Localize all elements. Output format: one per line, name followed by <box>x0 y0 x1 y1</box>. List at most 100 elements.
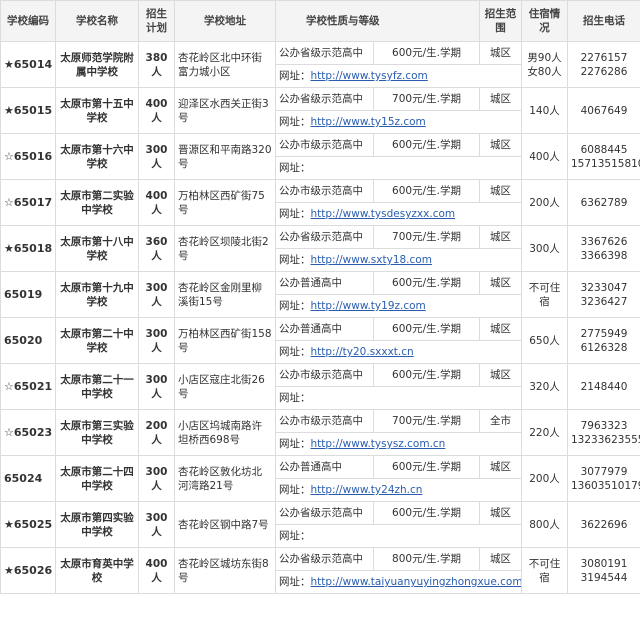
school-nature: 公办普通高中 <box>275 455 374 479</box>
header-plan: 招生计划 <box>138 0 175 42</box>
enroll-scope: 城区 <box>479 133 522 157</box>
url-cell: 网址： <box>275 386 522 410</box>
fee-standard: 600元/生.学期 <box>373 501 480 525</box>
school-code: ★65026 <box>0 547 56 594</box>
school-website-link[interactable]: http://www.sxty18.com <box>311 254 432 266</box>
fee-standard: 700元/生.学期 <box>373 225 480 249</box>
enroll-phone: 3080191 3194544 <box>567 547 640 594</box>
school-nature: 公办市级示范高中 <box>275 179 374 203</box>
school-address: 杏花岭区城坊东街8号 <box>174 547 276 594</box>
school-code: ☆65021 <box>0 363 56 410</box>
school-nature: 公办市级示范高中 <box>275 133 374 157</box>
enroll-phone: 3077979 13603510179 <box>567 455 640 502</box>
enroll-plan: 360人 <box>138 225 175 272</box>
school-code: 65020 <box>0 317 56 364</box>
table-row: ★65025 太原市第四实验中学校 300人 杏花岭区钢中路7号 公办省级示范高中 600… <box>0 501 640 548</box>
enroll-scope: 城区 <box>479 271 522 295</box>
school-nature: 公办普通高中 <box>275 271 374 295</box>
table-row: ☆65016 太原市第十六中学校 300人 晋源区和平南路320号 公办市级示范高中 60… <box>0 133 640 180</box>
url-label: 网址： <box>279 254 311 266</box>
school-code: ☆65017 <box>0 179 56 226</box>
school-code: ☆65023 <box>0 409 56 456</box>
header-code: 学校编码 <box>0 0 56 42</box>
school-address: 杏花岭区北中环街富力城小区 <box>174 41 276 88</box>
school-website-link[interactable]: http://www.taiyuanyuyingzhongxue.com <box>311 576 521 588</box>
school-nature: 公办省级示范高中 <box>275 87 374 111</box>
school-website-link[interactable]: http://www.ty24zh.cn <box>311 484 423 496</box>
school-website-link[interactable]: http://www.tysysz.com.cn <box>311 438 446 450</box>
fee-standard: 700元/生.学期 <box>373 87 480 111</box>
dorm-info: 300人 <box>521 225 568 272</box>
enroll-plan: 300人 <box>138 133 175 180</box>
table-row: ★65026 太原市育英中学校 400人 杏花岭区城坊东街8号 公办省级示范高中 800元… <box>0 547 640 594</box>
fee-standard: 600元/生.学期 <box>373 179 480 203</box>
school-code: ★65018 <box>0 225 56 272</box>
url-cell: 网址：http://www.ty15z.com <box>275 110 522 134</box>
header-name: 学校名称 <box>55 0 139 42</box>
url-label: 网址： <box>279 576 311 588</box>
school-name: 太原师范学院附属中学校 <box>55 41 139 88</box>
enroll-scope: 全市 <box>479 409 522 433</box>
school-name: 太原市第十八中学校 <box>55 225 139 272</box>
enroll-phone: 2148440 <box>567 363 640 410</box>
url-cell: 网址：http://www.taiyuanyuyingzhongxue.com <box>275 570 522 594</box>
school-name: 太原市第二十一中学校 <box>55 363 139 410</box>
fee-standard: 800元/生.学期 <box>373 547 480 571</box>
enroll-scope: 城区 <box>479 87 522 111</box>
enroll-phone: 6362789 <box>567 179 640 226</box>
enroll-plan: 400人 <box>138 179 175 226</box>
dorm-info: 800人 <box>521 501 568 548</box>
school-name: 太原市第十六中学校 <box>55 133 139 180</box>
dorm-info: 320人 <box>521 363 568 410</box>
school-address: 杏花岭区敦化坊北河湾路21号 <box>174 455 276 502</box>
school-website-link[interactable]: http://ty20.sxxxt.cn <box>311 346 414 358</box>
school-address: 小店区寇庄北街26号 <box>174 363 276 410</box>
dorm-info: 不可住宿 <box>521 547 568 594</box>
table-row: ☆65017 太原市第二实验中学校 400人 万柏林区西矿街75号 公办市级示范高中 60… <box>0 179 640 226</box>
school-table: 学校编码 学校名称 招生计划 学校地址 学校性质与等级 招生范围 住宿情况 招生… <box>0 0 640 594</box>
dorm-info: 200人 <box>521 179 568 226</box>
enroll-scope: 城区 <box>479 317 522 341</box>
fee-standard: 600元/生.学期 <box>373 271 480 295</box>
school-address: 晋源区和平南路320号 <box>174 133 276 180</box>
school-name: 太原市第四实验中学校 <box>55 501 139 548</box>
enroll-phone: 2276157 2276286 <box>567 41 640 88</box>
table-row: ★65014 太原师范学院附属中学校 380人 杏花岭区北中环街富力城小区 公办省级示范… <box>0 41 640 88</box>
school-address: 小店区坞城南路许坦桥西698号 <box>174 409 276 456</box>
school-address: 杏花岭区钢中路7号 <box>174 501 276 548</box>
enroll-plan: 300人 <box>138 455 175 502</box>
header-address: 学校地址 <box>174 0 276 42</box>
school-address: 迎泽区水西关正街3号 <box>174 87 276 134</box>
dorm-info: 220人 <box>521 409 568 456</box>
dorm-info: 650人 <box>521 317 568 364</box>
url-label: 网址： <box>279 346 311 358</box>
enroll-plan: 300人 <box>138 271 175 318</box>
school-website-link[interactable]: http://www.ty15z.com <box>311 116 426 128</box>
school-website-link[interactable]: http://www.tysdesyzxx.com <box>311 208 456 220</box>
table-row: 65019 太原市第十九中学校 300人 杏花岭区金刚里柳溪街15号 公办普通高中 600… <box>0 271 640 318</box>
school-name: 太原市育英中学校 <box>55 547 139 594</box>
table-row: ★65015 太原市第十五中学校 400人 迎泽区水西关正街3号 公办省级示范高中 700… <box>0 87 640 134</box>
url-cell: 网址：http://www.tysdesyzxx.com <box>275 202 522 226</box>
school-code: 65019 <box>0 271 56 318</box>
header-scope: 招生范围 <box>479 0 522 42</box>
enroll-plan: 200人 <box>138 409 175 456</box>
table-row: 65020 太原市第二十中学校 300人 万柏林区西矿街158号 公办普通高中 600元/… <box>0 317 640 364</box>
table-row: 65024 太原市第二十四中学校 300人 杏花岭区敦化坊北河湾路21号 公办普通高中 6… <box>0 455 640 502</box>
dorm-info: 200人 <box>521 455 568 502</box>
fee-standard: 600元/生.学期 <box>373 363 480 387</box>
enroll-scope: 城区 <box>479 363 522 387</box>
school-website-link[interactable]: http://www.ty19z.com <box>311 300 426 312</box>
school-nature: 公办省级示范高中 <box>275 501 374 525</box>
enroll-scope: 城区 <box>479 41 522 65</box>
url-cell: 网址：http://www.ty19z.com <box>275 294 522 318</box>
enroll-phone: 3367626 3366398 <box>567 225 640 272</box>
url-label: 网址： <box>279 162 311 174</box>
header-phone: 招生电话 <box>567 0 640 42</box>
fee-standard: 700元/生.学期 <box>373 409 480 433</box>
school-address: 万柏林区西矿街158号 <box>174 317 276 364</box>
enroll-plan: 300人 <box>138 363 175 410</box>
school-nature: 公办省级示范高中 <box>275 41 374 65</box>
url-cell: 网址：http://ty20.sxxxt.cn <box>275 340 522 364</box>
school-website-link[interactable]: http://www.tysyfz.com <box>311 70 428 82</box>
